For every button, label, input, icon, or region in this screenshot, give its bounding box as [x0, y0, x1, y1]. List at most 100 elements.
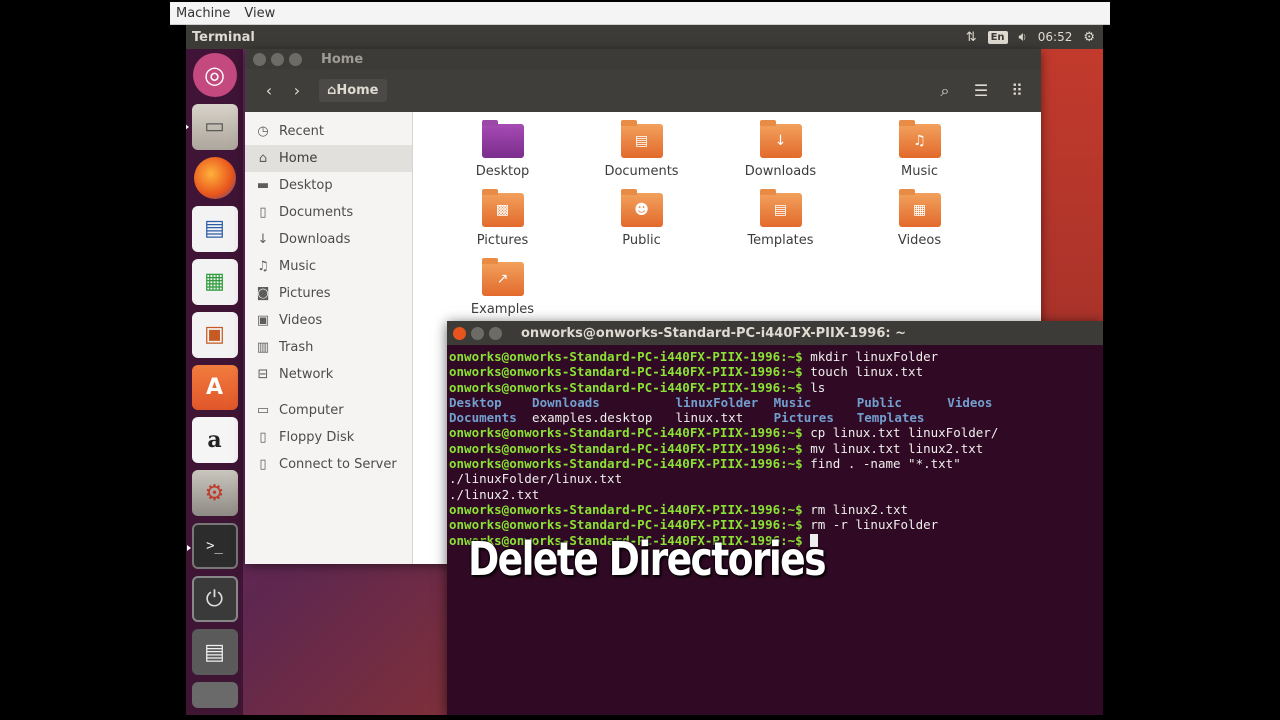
sidebar-item-home[interactable]: ⌂ Home: [245, 145, 412, 172]
sidebar-item-recent[interactable]: ◷ Recent: [245, 118, 412, 145]
folder-documents[interactable]: ▤ Documents: [572, 120, 711, 193]
folder-videos[interactable]: ▦ Videos: [850, 189, 989, 262]
terminal-line: onworks@onworks-Standard-PC-i440FX-PIIX-…: [449, 517, 1101, 532]
folder-public[interactable]: ☻ Public: [572, 189, 711, 262]
files-sidebar: ◷ Recent ⌂ Home ▬ Desktop ▯ Documents ↓ Downl…: [245, 112, 413, 564]
sidebar-item-trash[interactable]: ▥ Trash: [245, 334, 412, 361]
ls-directory-entry: Desktop: [449, 394, 502, 410]
sidebar-item-floppy[interactable]: ▯ Floppy Disk: [245, 424, 412, 451]
public-folder-icon: ☻: [620, 189, 663, 227]
host-menubar: Machine View: [170, 2, 1110, 25]
sidebar-item-computer[interactable]: ▭ Computer: [245, 397, 412, 424]
sidebar-label: Connect to Server: [279, 457, 397, 472]
path-bar-home[interactable]: ⌂Home: [319, 79, 387, 102]
folder-downloads[interactable]: ↓ Downloads: [711, 120, 850, 193]
terminal-titlebar[interactable]: onworks@onworks-Standard-PC-i440FX-PIIX-…: [447, 321, 1103, 345]
terminal-prompt: onworks@onworks-Standard-PC-i440FX-PIIX-…: [449, 425, 803, 441]
back-icon[interactable]: ‹: [255, 81, 283, 100]
system-settings-icon[interactable]: ⚙: [191, 470, 238, 517]
ls-directory-entry: linuxFolder: [675, 394, 759, 410]
templates-folder-icon: ▤: [759, 189, 802, 227]
clock[interactable]: 06:52: [1038, 30, 1073, 44]
maximize-button[interactable]: [289, 52, 302, 66]
terminal-command: rm -r linuxFolder: [810, 517, 939, 533]
terminal-prompt: onworks@onworks-Standard-PC-i440FX-PIIX-…: [449, 517, 803, 533]
folder-label: Documents: [604, 164, 679, 179]
minimize-button[interactable]: [271, 52, 284, 66]
ls-directory-entry: Downloads: [532, 394, 600, 410]
launcher: ◎ ▭ ▤ ▦ ▣ A a ⚙ >_ ⏻ ▤: [186, 49, 243, 715]
sidebar-item-pictures[interactable]: ◙ Pictures: [245, 280, 412, 307]
maximize-button[interactable]: [489, 326, 502, 340]
folder-label: Templates: [747, 233, 814, 248]
sidebar-label: Pictures: [279, 286, 331, 301]
menu-view[interactable]: View: [244, 6, 275, 21]
terminal-body[interactable]: onworks@onworks-Standard-PC-i440FX-PIIX-…: [447, 345, 1103, 552]
desktop-folder-icon: [481, 120, 524, 158]
folder-label: Videos: [897, 233, 942, 248]
folder-templates[interactable]: ▤ Templates: [711, 189, 850, 262]
sidebar-label: Videos: [279, 313, 323, 328]
dash-icon[interactable]: ◎: [192, 53, 237, 97]
power-gear-icon[interactable]: ⚙: [1083, 30, 1095, 45]
menu-machine[interactable]: Machine: [176, 6, 230, 21]
list-view-icon[interactable]: ☰: [967, 81, 995, 101]
folder-pictures[interactable]: ▩ Pictures: [433, 189, 572, 262]
close-button[interactable]: [453, 326, 466, 340]
sidebar-item-downloads[interactable]: ↓ Downloads: [245, 226, 412, 253]
terminal-icon[interactable]: >_: [186, 523, 238, 570]
minimize-button[interactable]: [471, 326, 484, 340]
download-icon: ↓: [257, 232, 269, 247]
sidebar-item-connect-server[interactable]: ▯ Connect to Server: [245, 451, 412, 478]
music-icon: ♫: [257, 259, 269, 274]
folder-label: Pictures: [476, 233, 529, 248]
firefox-icon[interactable]: [193, 156, 236, 199]
sidebar-label: Recent: [279, 124, 324, 139]
floppy-disk-icon[interactable]: ▤: [191, 629, 238, 676]
forward-icon[interactable]: ›: [283, 81, 311, 100]
downloads-folder-icon: ↓: [759, 120, 802, 158]
terminal-line: ./linux2.txt: [449, 487, 1101, 502]
sidebar-item-network[interactable]: ⊟ Network: [245, 361, 412, 388]
wallpaper: [1041, 49, 1103, 349]
recent-icon: ◷: [257, 124, 269, 139]
libreoffice-calc-icon[interactable]: ▦: [191, 258, 238, 305]
grid-view-icon[interactable]: ⠿: [1003, 81, 1031, 101]
sidebar-item-documents[interactable]: ▯ Documents: [245, 199, 412, 226]
files-glyph: ▭: [204, 114, 225, 140]
terminal-prompt: onworks@onworks-Standard-PC-i440FX-PIIX-…: [449, 349, 803, 364]
search-icon[interactable]: ⌕: [931, 81, 959, 101]
terminal-prompt: onworks@onworks-Standard-PC-i440FX-PIIX-…: [449, 364, 803, 380]
sidebar-item-music[interactable]: ♫ Music: [245, 253, 412, 280]
libreoffice-writer-icon[interactable]: ▤: [191, 205, 238, 252]
libreoffice-impress-icon[interactable]: ▣: [191, 311, 238, 358]
calc-glyph: ▦: [204, 269, 225, 295]
folder-desktop[interactable]: Desktop: [433, 120, 572, 193]
terminal-prompt: onworks@onworks-Standard-PC-i440FX-PIIX-…: [449, 501, 803, 517]
terminal-line: ./linuxFolder/linux.txt: [449, 471, 1101, 486]
terminal-output: ./linux2.txt: [449, 486, 540, 502]
amazon-icon[interactable]: a: [191, 417, 238, 464]
folder-label: Examples: [470, 302, 535, 317]
active-app-title: Terminal: [192, 29, 255, 45]
sidebar-label: Network: [279, 367, 334, 382]
keyboard-language-indicator[interactable]: En: [987, 30, 1008, 44]
usb-drive-icon[interactable]: ⏻: [191, 576, 238, 623]
network-icon[interactable]: ⇅: [966, 30, 977, 45]
videos-folder-icon: ▦: [898, 189, 941, 227]
files-toolbar: ‹ › ⌂Home ⌕ ☰ ⠿: [245, 69, 1041, 112]
trash-icon[interactable]: [191, 682, 238, 709]
home-icon: ⌂: [327, 83, 337, 98]
sidebar-item-videos[interactable]: ▣ Videos: [245, 307, 412, 334]
sidebar-item-desktop[interactable]: ▬ Desktop: [245, 172, 412, 199]
volume-icon[interactable]: 🔉︎: [1019, 30, 1027, 45]
close-button[interactable]: [253, 52, 266, 66]
terminal-command: mv linux.txt linux2.txt: [810, 440, 984, 456]
software-center-icon[interactable]: A: [191, 364, 238, 411]
folder-music[interactable]: ♫ Music: [850, 120, 989, 193]
files-titlebar[interactable]: Home: [245, 49, 1041, 69]
terminal-prompt: onworks@onworks-Standard-PC-i440FX-PIIX-…: [449, 456, 803, 472]
documents-folder-icon: ▤: [620, 120, 663, 158]
files-app-icon[interactable]: ▭: [186, 103, 238, 150]
terminal-command: mkdir linuxFolder: [810, 349, 939, 364]
